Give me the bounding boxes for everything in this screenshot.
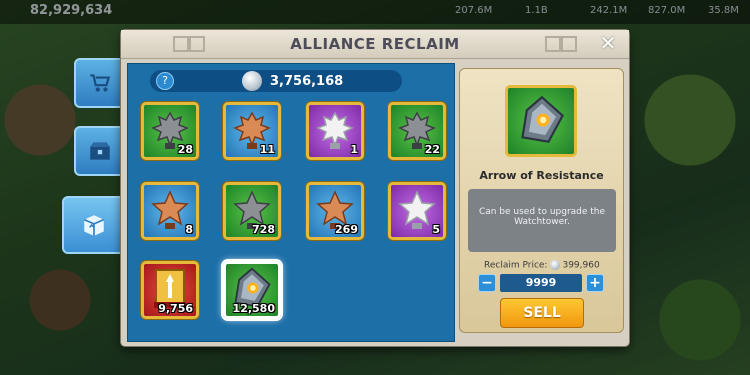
ornament-icon: [561, 36, 577, 52]
increase-button[interactable]: +: [586, 274, 604, 292]
item-count: 5: [432, 223, 440, 236]
item-count: 8: [185, 223, 193, 236]
item-slot[interactable]: 1: [306, 102, 364, 160]
item-count: 1: [350, 143, 358, 156]
item-slot[interactable]: 11: [223, 102, 281, 160]
dialog-title: ALLIANCE RECLAIM: [121, 30, 629, 59]
quantity-input[interactable]: 9999: [500, 274, 582, 292]
quantity-stepper: − 9999 +: [478, 274, 604, 292]
item-slot[interactable]: 269: [306, 182, 364, 240]
close-icon: ✕: [599, 31, 617, 55]
item-name: Arrow of Resistance: [479, 169, 604, 182]
currency-amount: 3,756,168: [270, 73, 344, 89]
item-slot[interactable]: 22: [388, 102, 446, 160]
silver-gem-icon: [550, 260, 561, 270]
item-count: 12,580: [232, 302, 275, 315]
item-slot[interactable]: 9,756: [141, 261, 199, 319]
item-count: 22: [424, 143, 440, 156]
item-grid: ? 3,756,168 28 11 1 22 8 728 269 5 9,756 12,580: [127, 63, 455, 342]
item-count: 9,756: [158, 302, 193, 315]
dialog-title-text: ALLIANCE RECLAIM: [290, 35, 460, 53]
item-count: 28: [177, 143, 193, 156]
item-slot[interactable]: 728: [223, 182, 281, 240]
item-slot[interactable]: 8: [141, 182, 199, 240]
ornament-icon: [545, 36, 561, 52]
ornament-icon: [173, 36, 189, 52]
currency-bar: ? 3,756,168: [150, 70, 402, 92]
item-detail-panel: Arrow of Resistance Can be used to upgra…: [459, 68, 624, 333]
item-slot[interactable]: 28: [141, 102, 199, 160]
decrease-button[interactable]: −: [478, 274, 496, 292]
detail-item-icon: [505, 85, 577, 157]
tab-storage[interactable]: [74, 126, 126, 176]
silver-gem-icon: [242, 71, 262, 91]
tab-shop[interactable]: [74, 58, 126, 108]
ornament-icon: [189, 36, 205, 52]
close-button[interactable]: ✕: [597, 32, 619, 54]
tab-reclaim[interactable]: [62, 196, 126, 254]
chest-icon: [90, 142, 110, 160]
reclaim-price-label: Reclaim Price:: [484, 260, 548, 271]
alliance-reclaim-dialog: ALLIANCE RECLAIM ✕ ? 3,756,168 28 11 1 22 8 7…: [121, 30, 629, 346]
arrowhead-icon: [521, 95, 564, 143]
item-count: 269: [335, 223, 358, 236]
help-button[interactable]: ?: [156, 72, 174, 90]
reclaim-price-value: 399,960: [562, 260, 600, 271]
cart-icon: [90, 74, 111, 92]
reclaim-price: Reclaim Price: 399,960: [484, 260, 600, 271]
sell-button[interactable]: SELL: [500, 298, 584, 328]
recycle-box-icon: [83, 215, 105, 236]
item-description: Can be used to upgrade the Watchtower.: [468, 189, 616, 252]
item-count: 728: [252, 223, 275, 236]
item-count: 11: [259, 143, 275, 156]
item-slot[interactable]: 12,580: [223, 261, 281, 319]
item-slot[interactable]: 5: [388, 182, 446, 240]
